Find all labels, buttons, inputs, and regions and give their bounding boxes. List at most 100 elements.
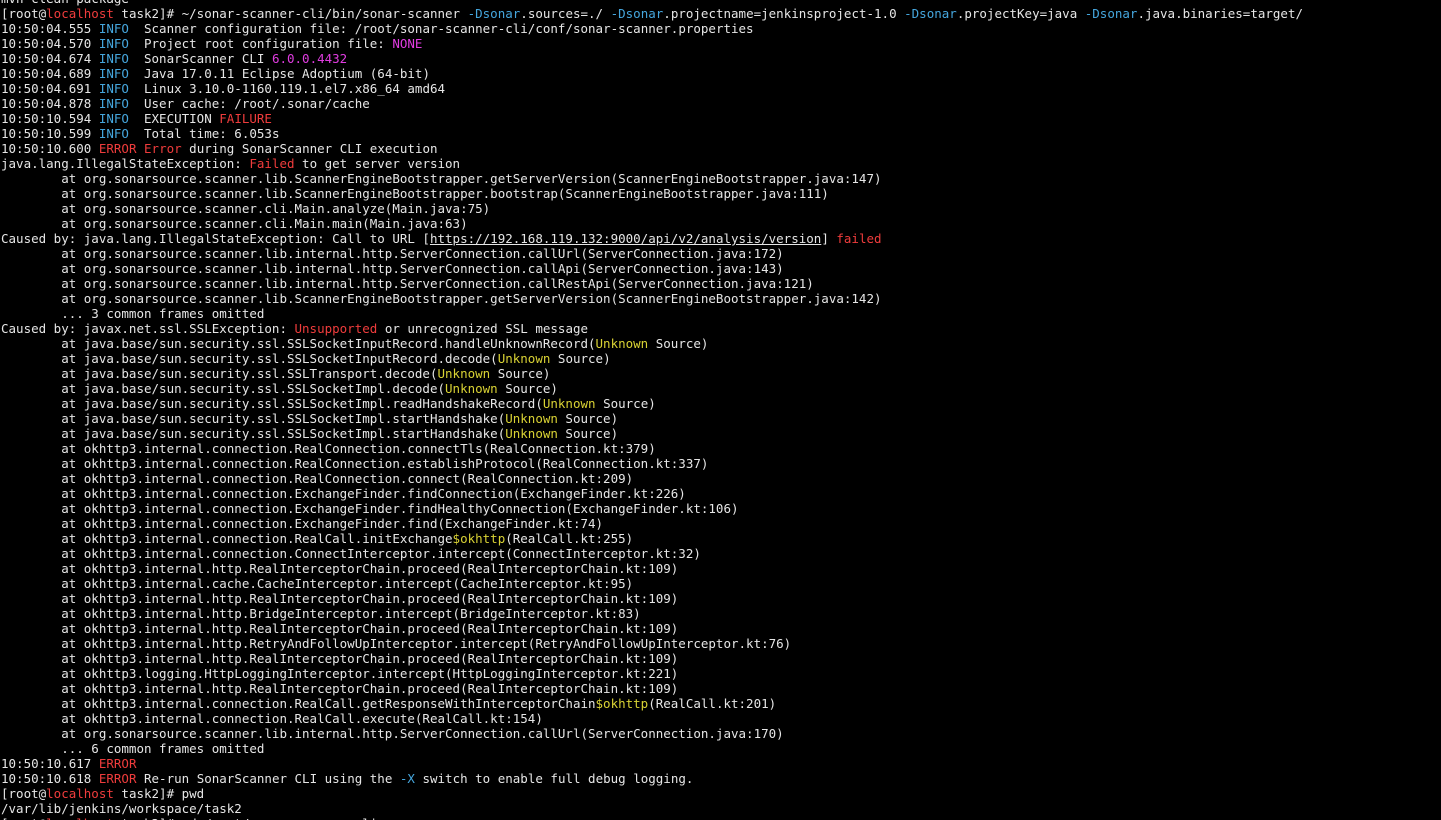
terminal-text: at org.sonarsource.scanner.lib.internal.… bbox=[1, 726, 784, 741]
terminal-text: INFO bbox=[98, 51, 129, 66]
url-link[interactable]: https://192.168.119.132:9000/api/v2/anal… bbox=[430, 231, 821, 246]
terminal-text: 10:50:10.594 bbox=[1, 111, 99, 126]
terminal-line: at java.base/sun.security.ssl.SSLSocketI… bbox=[1, 381, 1303, 396]
terminal-text: at org.sonarsource.scanner.lib.ScannerEn… bbox=[1, 291, 882, 306]
terminal-text: at okhttp3.internal.http.RetryAndFollowU… bbox=[1, 636, 792, 651]
terminal-text: at org.sonarsource.scanner.lib.ScannerEn… bbox=[1, 186, 829, 201]
terminal-text: Project root configuration file: bbox=[128, 36, 393, 51]
terminal-text: task2]# cd /root/sonar-scanner-cli bbox=[114, 816, 377, 820]
terminal-line: 10:50:04.674 INFO SonarScanner CLI 6.0.0… bbox=[1, 51, 1303, 66]
terminal-text: Unknown bbox=[505, 426, 558, 441]
terminal-text: -X bbox=[399, 771, 415, 786]
terminal-text: at okhttp3.internal.cache.CacheIntercept… bbox=[1, 576, 634, 591]
terminal-text: at java.base/sun.security.ssl.SSLSocketI… bbox=[1, 381, 446, 396]
terminal-line: at java.base/sun.security.ssl.SSLSocketI… bbox=[1, 336, 1303, 351]
terminal-text: Error bbox=[144, 141, 182, 156]
terminal-line: at java.base/sun.security.ssl.SSLSocketI… bbox=[1, 426, 1303, 441]
terminal-text: at org.sonarsource.scanner.lib.internal.… bbox=[1, 246, 784, 261]
terminal-line: at okhttp3.internal.cache.CacheIntercept… bbox=[1, 576, 1303, 591]
terminal-text: ] bbox=[821, 231, 837, 246]
terminal-text: EXECUTION bbox=[128, 111, 220, 126]
terminal-text: INFO bbox=[98, 36, 129, 51]
terminal-text: Caused by: java.lang.IllegalStateExcepti… bbox=[1, 231, 430, 246]
terminal-text: -Dsonar bbox=[1084, 6, 1138, 21]
terminal-text: Re-run SonarScanner CLI using the bbox=[136, 771, 400, 786]
terminal-text: [root@ bbox=[1, 786, 47, 801]
terminal-text: Source) bbox=[490, 366, 551, 381]
terminal-text: to get server version bbox=[294, 156, 461, 171]
terminal-window[interactable]: mvn clean package[root@localhost task2]#… bbox=[0, 0, 1441, 820]
terminal-text: .java.binaries=target/ bbox=[1137, 6, 1304, 21]
terminal-line: at okhttp3.internal.connection.RealCall.… bbox=[1, 696, 1303, 711]
terminal-line: [root@localhost task2]# pwd bbox=[1, 786, 1303, 801]
terminal-line: 10:50:04.878 INFO User cache: /root/.son… bbox=[1, 96, 1303, 111]
terminal-text: 10:50:10.600 bbox=[1, 141, 99, 156]
terminal-text: at okhttp3.logging.HttpLoggingIntercepto… bbox=[1, 666, 679, 681]
terminal-line: at okhttp3.internal.connection.RealCall.… bbox=[1, 531, 1303, 546]
terminal-text: [root@ bbox=[1, 6, 47, 21]
terminal-text: NONE bbox=[392, 36, 423, 51]
terminal-text: at org.sonarsource.scanner.cli.Main.main… bbox=[1, 216, 468, 231]
terminal-text: Unknown bbox=[595, 336, 649, 351]
terminal-line: at okhttp3.internal.http.RealInterceptor… bbox=[1, 591, 1303, 606]
terminal-text: (RealCall.kt:201) bbox=[648, 696, 777, 711]
terminal-text: INFO bbox=[98, 126, 129, 141]
terminal-text: .projectname=jenkinsproject-1.0 bbox=[663, 6, 905, 21]
terminal-text: Source) bbox=[497, 381, 558, 396]
terminal-text: or unrecognized SSL message bbox=[377, 321, 589, 336]
terminal-line: at okhttp3.internal.http.RetryAndFollowU… bbox=[1, 636, 1303, 651]
terminal-text: at okhttp3.internal.connection.ExchangeF… bbox=[1, 501, 739, 516]
terminal-text: 10:50:04.570 bbox=[1, 36, 99, 51]
terminal-text: Source) bbox=[648, 336, 709, 351]
terminal-text: at org.sonarsource.scanner.lib.internal.… bbox=[1, 276, 814, 291]
terminal-text: at org.sonarsource.scanner.lib.internal.… bbox=[1, 261, 784, 276]
terminal-line: at org.sonarsource.scanner.cli.Main.main… bbox=[1, 216, 1303, 231]
terminal-text: INFO bbox=[98, 21, 129, 36]
terminal-text: Failed bbox=[249, 156, 295, 171]
terminal-text: at java.base/sun.security.ssl.SSLSocketI… bbox=[1, 351, 498, 366]
terminal-text: java.lang.IllegalStateException: bbox=[1, 156, 250, 171]
terminal-text: 10:50:04.878 bbox=[1, 96, 99, 111]
terminal-line: 10:50:10.617 ERROR bbox=[1, 756, 1303, 771]
terminal-text: at java.base/sun.security.ssl.SSLSocketI… bbox=[1, 336, 596, 351]
terminal-text: at okhttp3.internal.http.RealInterceptor… bbox=[1, 561, 679, 576]
terminal-text: Source) bbox=[557, 411, 619, 426]
terminal-text: localhost bbox=[46, 816, 114, 820]
terminal-text: INFO bbox=[98, 81, 129, 96]
terminal-text: -Dsonar bbox=[467, 6, 521, 21]
terminal-text: ERROR bbox=[98, 771, 137, 786]
terminal-output: mvn clean package[root@localhost task2]#… bbox=[1, 0, 1303, 820]
terminal-line: at org.sonarsource.scanner.lib.internal.… bbox=[1, 246, 1303, 261]
terminal-text: 10:50:04.555 bbox=[1, 21, 99, 36]
terminal-text: 10:50:10.617 bbox=[1, 756, 99, 771]
terminal-line: 10:50:10.594 INFO EXECUTION FAILURE bbox=[1, 111, 1303, 126]
terminal-text: switch to enable full debug logging. bbox=[414, 771, 694, 786]
terminal-text: at okhttp3.internal.connection.RealCall.… bbox=[1, 711, 543, 726]
terminal-line: [root@localhost task2]# ~/sonar-scanner-… bbox=[1, 6, 1303, 21]
terminal-line: at org.sonarsource.scanner.lib.ScannerEn… bbox=[1, 291, 1303, 306]
terminal-text: SonarScanner CLI bbox=[128, 51, 272, 66]
terminal-text: ... 6 common frames omitted bbox=[1, 741, 265, 756]
terminal-text: ... 3 common frames omitted bbox=[1, 306, 265, 321]
terminal-text: User cache: /root/.sonar/cache bbox=[128, 96, 370, 111]
terminal-text: $okhttp bbox=[452, 531, 506, 546]
terminal-line: [root@localhost task2]# cd /root/sonar-s… bbox=[1, 816, 1303, 820]
terminal-line: at org.sonarsource.scanner.lib.internal.… bbox=[1, 276, 1303, 291]
terminal-line: at okhttp3.internal.http.BridgeIntercept… bbox=[1, 606, 1303, 621]
terminal-text: /var/lib/jenkins/workspace/task2 bbox=[1, 801, 242, 816]
terminal-line: 10:50:04.689 INFO Java 17.0.11 Eclipse A… bbox=[1, 66, 1303, 81]
terminal-text: Unknown bbox=[497, 351, 551, 366]
terminal-line: at okhttp3.internal.connection.RealCall.… bbox=[1, 711, 1303, 726]
terminal-text: at okhttp3.internal.http.RealInterceptor… bbox=[1, 651, 679, 666]
terminal-line: at okhttp3.internal.http.RealInterceptor… bbox=[1, 561, 1303, 576]
terminal-text: [root@ bbox=[1, 816, 46, 820]
terminal-text: Unknown bbox=[542, 396, 596, 411]
terminal-text: at java.base/sun.security.ssl.SSLTranspo… bbox=[1, 366, 438, 381]
terminal-text: Source) bbox=[595, 396, 656, 411]
terminal-line: at org.sonarsource.scanner.lib.ScannerEn… bbox=[1, 186, 1303, 201]
terminal-text: during SonarScanner CLI execution bbox=[181, 141, 438, 156]
terminal-text: 10:50:04.689 bbox=[1, 66, 99, 81]
terminal-text: Unknown bbox=[445, 381, 498, 396]
terminal-text: at java.base/sun.security.ssl.SSLSocketI… bbox=[1, 426, 506, 441]
